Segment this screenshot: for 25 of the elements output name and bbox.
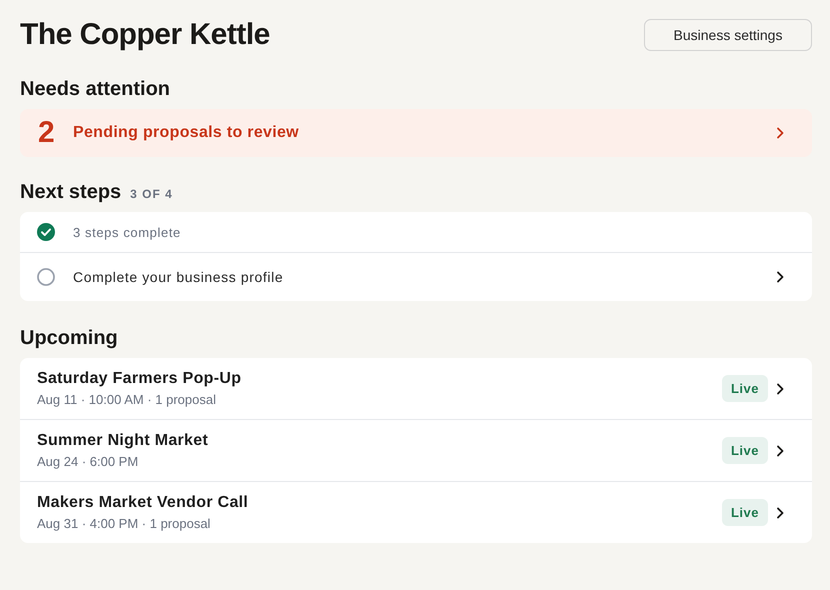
status-badge: Live [722,437,768,464]
status-badge: Live [722,499,768,526]
chevron-right-icon [776,127,784,139]
section-heading: Needs attention [20,78,170,101]
event-details: Aug 31 · 4:00 PM · 1 proposal [37,516,212,531]
pending-count: 2 [38,116,56,150]
settings-button[interactable]: Business settings [644,19,812,51]
step-label: 3 steps complete [73,224,182,240]
status-badge: Live [722,375,768,402]
attention-banner[interactable]: 2 Pending proposals to review [20,109,812,157]
chevron-right-icon [776,506,784,518]
event-details: Aug 24 · 6:00 PM [37,454,140,469]
chevron-right-icon [776,382,784,394]
chevron-right-icon [776,444,784,456]
step-label[interactable]: Complete your business profile [73,269,776,285]
chevron-right-icon [776,271,784,283]
event-name[interactable]: Makers Market Vendor Call [37,494,722,512]
event-name[interactable]: Summer Night Market [37,432,722,450]
event-name[interactable]: Saturday Farmers Pop-Up [37,370,722,388]
page-title: The Copper Kettle [20,18,270,52]
attention-label: Pending proposals to review [73,124,300,142]
event-details: Aug 11 · 10:00 AM · 1 proposal [37,392,217,407]
progress-label: 3 OF 4 [130,187,173,201]
section-heading: Upcoming [20,327,118,350]
section-heading: Next steps [20,181,122,204]
